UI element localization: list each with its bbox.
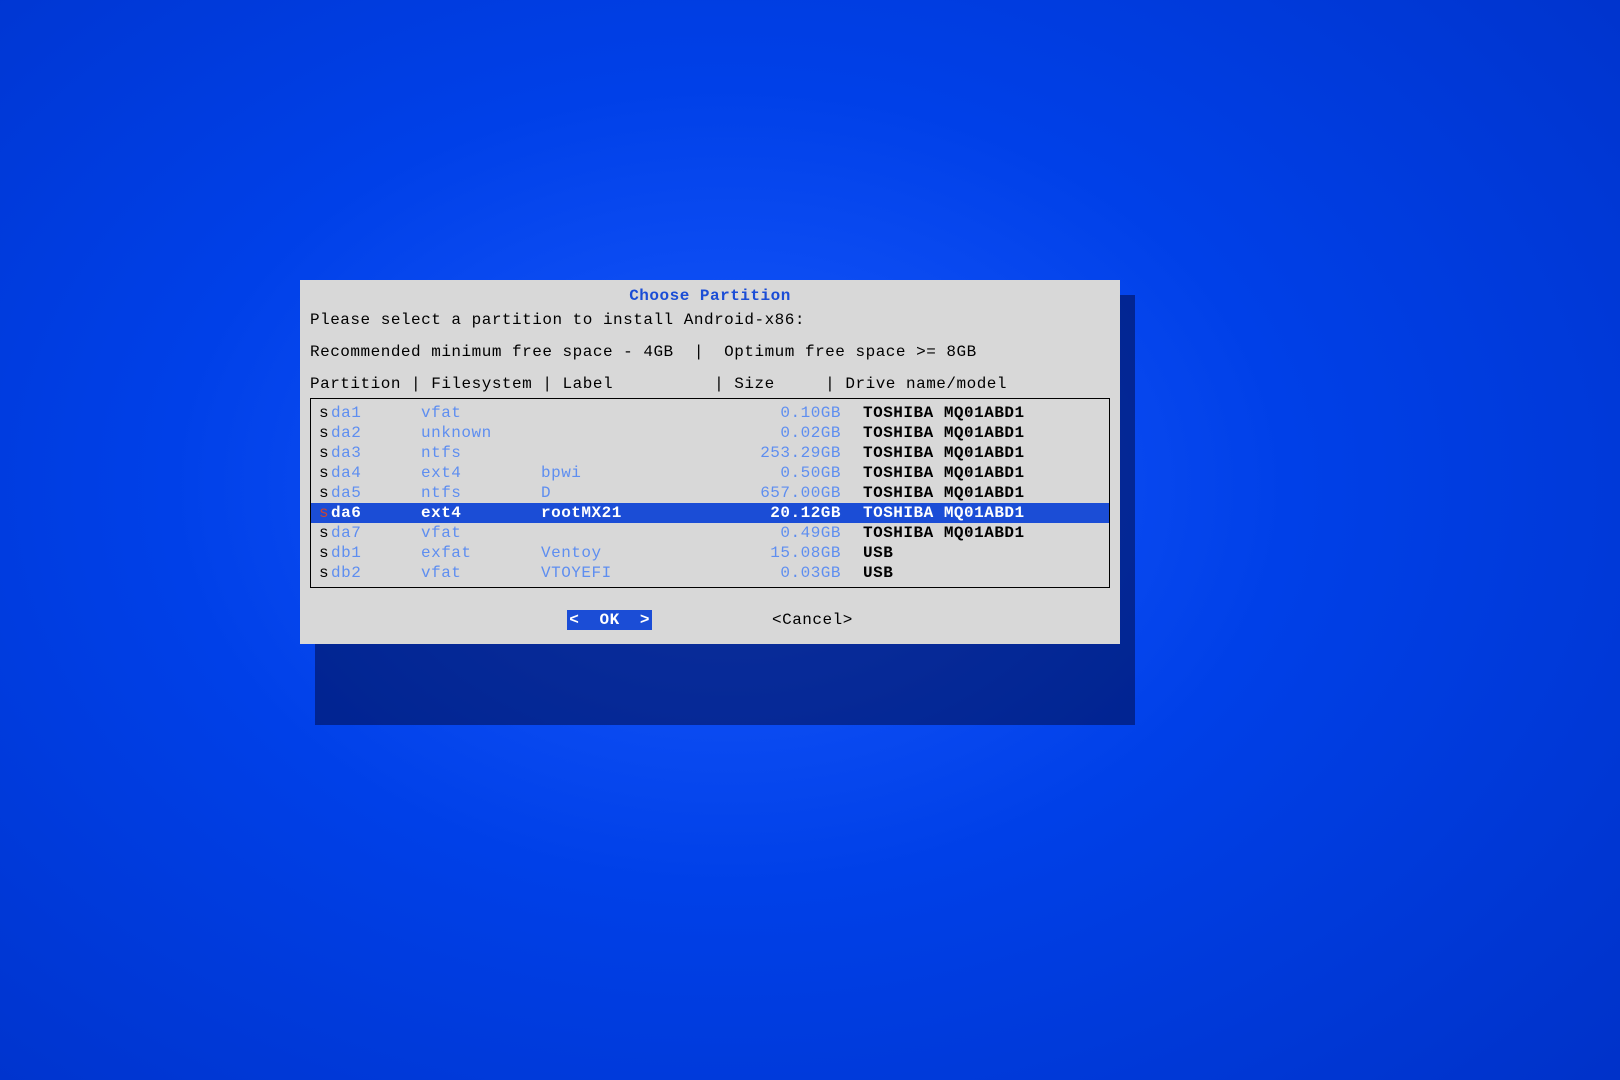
partition-lead: s xyxy=(311,483,331,503)
label-cell: rootMX21 xyxy=(541,503,741,523)
partition-name-cell: da5 xyxy=(331,483,421,503)
size-cell: 0.02GB xyxy=(741,423,859,443)
drive-cell: TOSHIBA MQ01ABD1 xyxy=(859,443,1109,463)
drive-cell: USB xyxy=(859,543,1109,563)
drive-cell: TOSHIBA MQ01ABD1 xyxy=(859,423,1109,443)
filesystem-cell: ext4 xyxy=(421,463,541,483)
partition-row[interactable]: sda1vfat 0.10GBTOSHIBA MQ01ABD1 xyxy=(311,403,1109,423)
partition-name-cell: da2 xyxy=(331,423,421,443)
partition-name-cell: db2 xyxy=(331,563,421,583)
drive-cell: TOSHIBA MQ01ABD1 xyxy=(859,503,1109,523)
filesystem-cell: vfat xyxy=(421,403,541,423)
filesystem-cell: vfat xyxy=(421,563,541,583)
dialog-title: Choose Partition xyxy=(310,286,1110,306)
partition-lead: s xyxy=(311,443,331,463)
filesystem-cell: exfat xyxy=(421,543,541,563)
partition-name-cell: da3 xyxy=(331,443,421,463)
drive-cell: USB xyxy=(859,563,1109,583)
drive-cell: TOSHIBA MQ01ABD1 xyxy=(859,403,1109,423)
dialog-recommendation: Recommended minimum free space - 4GB | O… xyxy=(310,342,1110,362)
partition-lead: s xyxy=(311,563,331,583)
drive-cell: TOSHIBA MQ01ABD1 xyxy=(859,523,1109,543)
partition-name-cell: da7 xyxy=(331,523,421,543)
partition-name-cell: da1 xyxy=(331,403,421,423)
label-cell: D xyxy=(541,483,741,503)
partition-name-cell: da4 xyxy=(331,463,421,483)
partition-lead: s xyxy=(311,463,331,483)
partition-lead: s xyxy=(311,503,331,523)
filesystem-cell: unknown xyxy=(421,423,541,443)
filesystem-cell: vfat xyxy=(421,523,541,543)
partition-row[interactable]: sda3ntfs 253.29GBTOSHIBA MQ01ABD1 xyxy=(311,443,1109,463)
partition-lead: s xyxy=(311,543,331,563)
drive-cell: TOSHIBA MQ01ABD1 xyxy=(859,483,1109,503)
partition-row[interactable]: sdb2vfatVTOYEFI0.03GBUSB xyxy=(311,563,1109,583)
label-cell: VTOYEFI xyxy=(541,563,741,583)
size-cell: 657.00GB xyxy=(741,483,859,503)
filesystem-cell: ntfs xyxy=(421,483,541,503)
drive-cell: TOSHIBA MQ01ABD1 xyxy=(859,463,1109,483)
partition-row[interactable]: sda5ntfsD657.00GBTOSHIBA MQ01ABD1 xyxy=(311,483,1109,503)
size-cell: 0.50GB xyxy=(741,463,859,483)
size-cell: 0.10GB xyxy=(741,403,859,423)
partition-lead: s xyxy=(311,423,331,443)
partition-lead: s xyxy=(311,403,331,423)
partition-row[interactable]: sda2unknown 0.02GBTOSHIBA MQ01ABD1 xyxy=(311,423,1109,443)
size-cell: 15.08GB xyxy=(741,543,859,563)
partition-lead: s xyxy=(311,523,331,543)
partition-row[interactable]: sdb1exfatVentoy15.08GBUSB xyxy=(311,543,1109,563)
size-cell: 20.12GB xyxy=(741,503,859,523)
cancel-button[interactable]: <Cancel> xyxy=(772,610,853,630)
size-cell: 0.49GB xyxy=(741,523,859,543)
partition-name-cell: db1 xyxy=(331,543,421,563)
label-cell: bpwi xyxy=(541,463,741,483)
size-cell: 0.03GB xyxy=(741,563,859,583)
dialog-buttons: < OK > <Cancel> xyxy=(310,610,1110,630)
dialog-prompt: Please select a partition to install And… xyxy=(310,310,1110,330)
choose-partition-dialog: Choose Partition Please select a partiti… xyxy=(300,280,1120,644)
ok-button[interactable]: < OK > xyxy=(567,610,652,630)
filesystem-cell: ntfs xyxy=(421,443,541,463)
label-cell: Ventoy xyxy=(541,543,741,563)
partition-row[interactable]: sda7vfat 0.49GBTOSHIBA MQ01ABD1 xyxy=(311,523,1109,543)
size-cell: 253.29GB xyxy=(741,443,859,463)
partition-list[interactable]: sda1vfat0.10GBTOSHIBA MQ01ABD1sda2unknow… xyxy=(310,398,1110,588)
column-headers: Partition | Filesystem | Label | Size | … xyxy=(310,374,1110,394)
partition-row[interactable]: sda6ext4rootMX2120.12GBTOSHIBA MQ01ABD1 xyxy=(311,503,1109,523)
partition-name-cell: da6 xyxy=(331,503,421,523)
filesystem-cell: ext4 xyxy=(421,503,541,523)
partition-row[interactable]: sda4ext4bpwi0.50GBTOSHIBA MQ01ABD1 xyxy=(311,463,1109,483)
